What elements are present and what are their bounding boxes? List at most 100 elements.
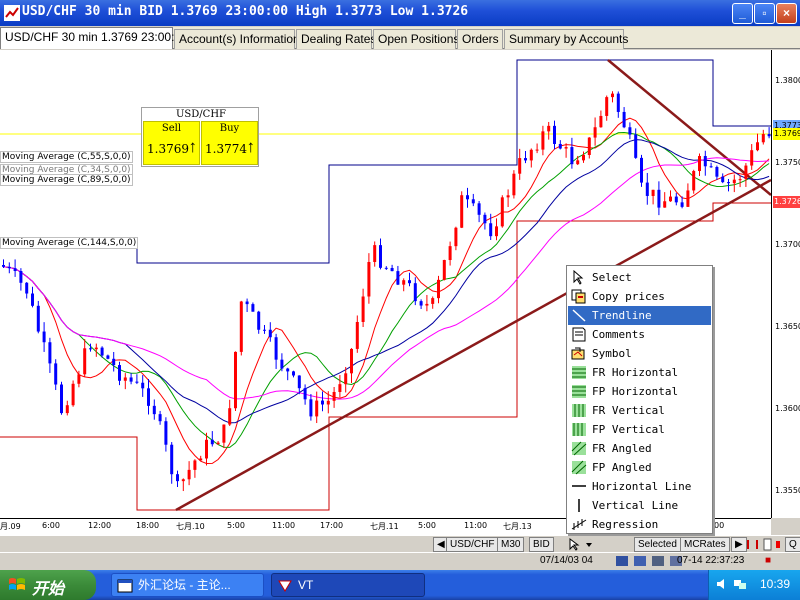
candle-body <box>541 131 545 150</box>
maximize-button[interactable]: ▫ <box>754 3 775 24</box>
title-bar[interactable]: USD/CHF 30 min BID 1.3769 23:00:00 High … <box>0 0 800 26</box>
volume-icon[interactable] <box>715 577 729 591</box>
candle-body <box>170 444 174 475</box>
minimize-button[interactable]: _ <box>732 3 753 24</box>
trendline-icon <box>572 309 586 322</box>
candle-body <box>25 282 29 294</box>
tab-dealing-rates[interactable]: Dealing Rates <box>296 29 376 49</box>
candle-body <box>286 368 290 372</box>
menu-item-fr-angled[interactable]: FR Angled <box>568 439 711 458</box>
menu-item-vertical-line[interactable]: Vertical Line <box>568 496 711 515</box>
indicator-ma144-label[interactable]: Moving Average (C,144,S,0,0) <box>0 237 139 249</box>
tab-usdchf-chart[interactable]: USD/CHF 30 min 1.3769 23:00:00 <box>0 27 188 49</box>
selected-button[interactable]: Selected <box>634 537 681 552</box>
candle-body <box>350 348 353 374</box>
menu-item-horizontal-line[interactable]: Horizontal Line <box>568 477 711 496</box>
menu-item-symbol[interactable]: Symbol <box>568 344 711 363</box>
menu-item-label: Copy prices <box>592 290 665 303</box>
menu-item-comments[interactable]: Comments <box>568 325 711 344</box>
candle-body <box>36 305 40 332</box>
candle-body <box>205 439 208 459</box>
menu-item-fp-horizontal[interactable]: FP Horizontal <box>568 382 711 401</box>
candle-body <box>2 265 5 267</box>
menu-item-fp-angled[interactable]: FP Angled <box>568 458 711 477</box>
time-tick: 18:00 <box>136 521 160 530</box>
candle-body <box>547 125 551 132</box>
menu-item-fr-horizontal[interactable]: FR Horizontal <box>568 363 711 382</box>
candle-body <box>77 374 81 384</box>
tab-account-information[interactable]: Account(s) Information <box>174 29 300 49</box>
candle-body <box>721 176 725 183</box>
network-icon[interactable] <box>733 577 747 591</box>
candle-body <box>158 414 162 422</box>
menu-item-select[interactable]: Select <box>568 268 711 287</box>
sell-button[interactable]: Sell 1.3769 ↑ <box>143 121 200 165</box>
price-tick: 1.3550 <box>775 486 800 495</box>
clock[interactable]: 10:39 <box>760 577 790 591</box>
candle-body <box>292 371 295 376</box>
candle-body <box>587 137 591 155</box>
tab-orders[interactable]: Orders <box>457 29 503 49</box>
candle-body <box>408 280 411 284</box>
menu-item-label: FP Angled <box>592 461 652 474</box>
candle-body <box>622 111 626 128</box>
fr-horizontal-icon <box>572 366 586 379</box>
drawing-tool-cursor-icon[interactable] <box>566 537 596 552</box>
drawing-context-menu: Select Copy prices Trendline Comments Sy… <box>566 265 713 534</box>
candle-body <box>239 301 243 352</box>
candle-body <box>361 296 365 322</box>
symbol-selector[interactable]: USD/CHF <box>446 537 499 552</box>
tab-summary-by-accounts[interactable]: Summary by Accounts <box>504 29 628 49</box>
mcrates-button[interactable]: MCRates <box>680 537 730 552</box>
buy-price: 1.3774 <box>205 142 247 156</box>
timeframe-selector[interactable]: M30 <box>497 537 525 552</box>
candle-body <box>674 196 678 203</box>
candle-body <box>129 377 133 382</box>
time-tick: 6:00 <box>42 521 60 530</box>
candle-body <box>332 391 336 401</box>
candle-body <box>732 179 736 184</box>
status-bar: 07/14/03 04 07-14 22:37:23 ■ <box>0 552 800 569</box>
price-tick: 1.3700 <box>775 240 800 249</box>
q-button[interactable]: Q <box>785 537 800 552</box>
candle-body <box>263 329 266 331</box>
taskbar-button-forum[interactable]: 外汇论坛 - 主论... <box>111 573 264 597</box>
candle-body <box>448 246 452 261</box>
candle-body <box>524 158 527 161</box>
comment-icon <box>572 327 586 342</box>
price-type-selector[interactable]: BID <box>529 537 554 552</box>
tab-open-positions[interactable]: Open Positions <box>373 29 459 49</box>
candle-body <box>483 214 487 224</box>
sell-label: Sell <box>161 123 182 134</box>
candle-body <box>228 408 232 425</box>
menu-item-fp-vertical[interactable]: FP Vertical <box>568 420 711 439</box>
candle-body <box>251 304 255 312</box>
menu-item-trendline[interactable]: Trendline <box>568 306 711 325</box>
candle-body <box>89 348 92 350</box>
menu-item-regression[interactable]: Regression <box>568 515 711 534</box>
menu-item-label: Vertical Line <box>592 499 679 512</box>
indicator-ma55-label[interactable]: Moving Average (C,55,S,0,0) <box>0 151 133 163</box>
trading-window: USD/CHF 30 min BID 1.3769 23:00:00 High … <box>0 0 800 600</box>
candle-body <box>106 355 110 359</box>
taskbar-button-vt[interactable]: VT <box>271 573 425 597</box>
candle-body <box>31 293 34 306</box>
menu-item-copy-prices[interactable]: Copy prices <box>568 287 711 306</box>
menu-item-fr-vertical[interactable]: FR Vertical <box>568 401 711 420</box>
start-button[interactable]: 开始 <box>0 570 96 600</box>
candle-body <box>19 271 23 283</box>
window-title: USD/CHF 30 min BID 1.3769 23:00:00 High … <box>22 4 469 19</box>
chart-tools-icons[interactable] <box>744 537 784 552</box>
time-tick: 17:00 <box>320 521 344 530</box>
close-button[interactable]: × <box>776 3 797 24</box>
status-right-time: 07-14 22:37:23 <box>677 555 745 566</box>
price-axis[interactable]: 1.3800 1.3750 1.3700 1.3650 1.3600 1.355… <box>771 50 800 518</box>
candle-body <box>42 331 46 343</box>
candle-body <box>54 363 58 385</box>
buy-button[interactable]: Buy 1.3774 ↑ <box>201 121 258 165</box>
indicator-ma89-label[interactable]: Moving Average (C,89,S,0,0) <box>0 174 133 186</box>
time-tick: 七月.10 <box>176 522 205 531</box>
time-tick: 11:00 <box>272 521 296 530</box>
candle-body <box>83 348 87 375</box>
candle-body <box>686 190 690 207</box>
